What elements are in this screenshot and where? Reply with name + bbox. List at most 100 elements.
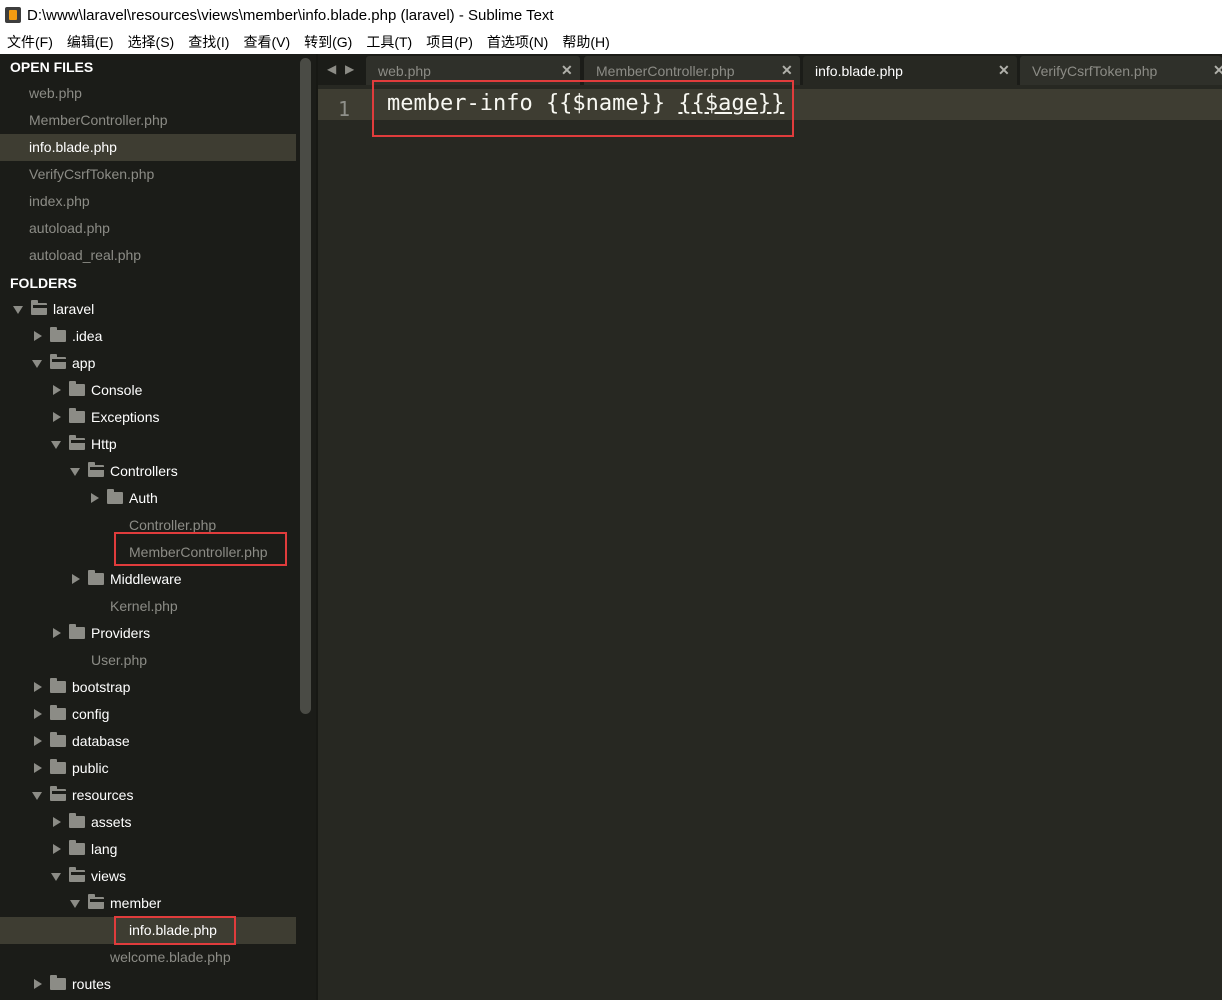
folders-header: FOLDERS <box>10 275 77 291</box>
folder-open-icon <box>69 435 85 450</box>
tree-folder-providers[interactable]: Providers <box>0 620 296 647</box>
gutter: 1 <box>318 89 366 121</box>
tab-verifycsrftoken[interactable]: VerifyCsrfToken.php ✕ <box>1020 56 1222 85</box>
chevron-right-icon[interactable] <box>53 817 61 827</box>
menu-view[interactable]: 查看(V) <box>243 32 290 52</box>
tree-folder-http[interactable]: Http <box>0 431 296 458</box>
menu-tools[interactable]: 工具(T) <box>366 32 412 52</box>
tree-file-user[interactable]: User.php <box>0 647 296 674</box>
chevron-down-icon[interactable] <box>51 441 61 449</box>
open-file-item[interactable]: autoload_real.php <box>0 242 296 269</box>
chevron-right-icon[interactable] <box>34 331 42 341</box>
folder-icon <box>107 489 123 504</box>
tree-label: public <box>72 760 109 776</box>
tree-label: Providers <box>91 625 151 641</box>
open-file-item[interactable]: VerifyCsrfToken.php <box>0 161 296 188</box>
open-file-label: MemberController.php <box>29 112 168 128</box>
tree-folder-console[interactable]: Console <box>0 377 296 404</box>
tree-folder-config[interactable]: config <box>0 701 296 728</box>
tree-folder-lang[interactable]: lang <box>0 836 296 863</box>
tab-scroll-right-icon[interactable]: ▶ <box>345 62 354 76</box>
chevron-right-icon[interactable] <box>91 493 99 503</box>
folder-icon <box>50 327 66 342</box>
tree-label: member <box>110 895 162 911</box>
chevron-right-icon[interactable] <box>53 628 61 638</box>
folder-open-icon <box>88 462 104 477</box>
menu-edit[interactable]: 编辑(E) <box>67 32 114 52</box>
open-file-item[interactable]: autoload.php <box>0 215 296 242</box>
chevron-right-icon[interactable] <box>53 385 61 395</box>
close-icon[interactable]: ✕ <box>781 62 793 79</box>
tree-folder-assets[interactable]: assets <box>0 809 296 836</box>
highlight-box-code <box>372 80 794 137</box>
chevron-down-icon[interactable] <box>70 900 80 908</box>
menu-find[interactable]: 查找(I) <box>188 32 229 52</box>
close-icon[interactable]: ✕ <box>1213 62 1222 79</box>
chevron-right-icon[interactable] <box>34 763 42 773</box>
menu-file[interactable]: 文件(F) <box>7 32 53 52</box>
window-title: D:\www\laravel\resources\views\member\in… <box>27 6 554 24</box>
tree-label: lang <box>91 841 118 857</box>
menu-goto[interactable]: 转到(G) <box>304 32 352 52</box>
tree-folder-laravel[interactable]: laravel <box>0 296 296 323</box>
chevron-down-icon[interactable] <box>32 792 42 800</box>
menu-help[interactable]: 帮助(H) <box>562 32 609 52</box>
menu-preferences[interactable]: 首选项(N) <box>487 32 548 52</box>
open-file-item[interactable]: MemberController.php <box>0 107 296 134</box>
open-file-item-active[interactable]: info.blade.php <box>0 134 296 161</box>
sublime-app-icon <box>5 7 21 23</box>
folder-icon <box>50 759 66 774</box>
close-icon[interactable]: ✕ <box>561 62 573 79</box>
chevron-right-icon[interactable] <box>53 412 61 422</box>
folder-open-icon <box>31 300 47 315</box>
open-files-header: OPEN FILES <box>10 59 94 75</box>
open-file-item[interactable]: index.php <box>0 188 296 215</box>
tree-folder-resources[interactable]: resources <box>0 782 296 809</box>
tree-folder-idea[interactable]: .idea <box>0 323 296 350</box>
tree-folder-controllers[interactable]: Controllers <box>0 458 296 485</box>
menu-selection[interactable]: 选择(S) <box>128 32 175 52</box>
tree-label: database <box>72 733 130 749</box>
folder-icon <box>69 408 85 423</box>
tree-file-welcome-blade[interactable]: welcome.blade.php <box>0 944 296 971</box>
tree-folder-exceptions[interactable]: Exceptions <box>0 404 296 431</box>
highlight-box-membercontroller <box>114 532 287 566</box>
tree-folder-database[interactable]: database <box>0 728 296 755</box>
chevron-down-icon[interactable] <box>51 873 61 881</box>
tree-label: Console <box>91 382 143 398</box>
tree-label: assets <box>91 814 132 830</box>
tree-folder-public[interactable]: public <box>0 755 296 782</box>
chevron-right-icon[interactable] <box>34 682 42 692</box>
tree-folder-member[interactable]: member <box>0 890 296 917</box>
tree-label: welcome.blade.php <box>110 949 231 965</box>
line-number: 1 <box>338 97 351 121</box>
menu-project[interactable]: 项目(P) <box>426 32 473 52</box>
tree-folder-views[interactable]: views <box>0 863 296 890</box>
tree-file-kernel[interactable]: Kernel.php <box>0 593 296 620</box>
folder-icon <box>50 705 66 720</box>
sidebar: OPEN FILES web.php MemberController.php … <box>0 54 300 1000</box>
chevron-right-icon[interactable] <box>34 709 42 719</box>
tree-folder-routes[interactable]: routes <box>0 971 296 998</box>
chevron-right-icon[interactable] <box>72 574 80 584</box>
sidebar-scrollbar-thumb[interactable] <box>300 58 311 714</box>
chevron-down-icon[interactable] <box>13 306 23 314</box>
open-file-item[interactable]: web.php <box>0 80 296 107</box>
tree-label: .idea <box>72 328 103 344</box>
chevron-right-icon[interactable] <box>34 979 42 989</box>
tree-folder-app[interactable]: app <box>0 350 296 377</box>
open-file-label: VerifyCsrfToken.php <box>29 166 155 182</box>
chevron-down-icon[interactable] <box>70 468 80 476</box>
tab-label: MemberController.php <box>596 63 735 79</box>
chevron-right-icon[interactable] <box>34 736 42 746</box>
tree-folder-auth[interactable]: Auth <box>0 485 296 512</box>
code-editor[interactable]: 1 member-info {{$name}} {{$age}} <box>318 85 1222 1000</box>
folder-icon <box>50 678 66 693</box>
tree-folder-middleware[interactable]: Middleware <box>0 566 296 593</box>
chevron-right-icon[interactable] <box>53 844 61 854</box>
tab-info-blade-active[interactable]: info.blade.php ✕ <box>803 56 1017 85</box>
chevron-down-icon[interactable] <box>32 360 42 368</box>
tree-folder-bootstrap[interactable]: bootstrap <box>0 674 296 701</box>
tab-scroll-left-icon[interactable]: ◀ <box>327 62 336 76</box>
close-icon[interactable]: ✕ <box>998 62 1010 79</box>
